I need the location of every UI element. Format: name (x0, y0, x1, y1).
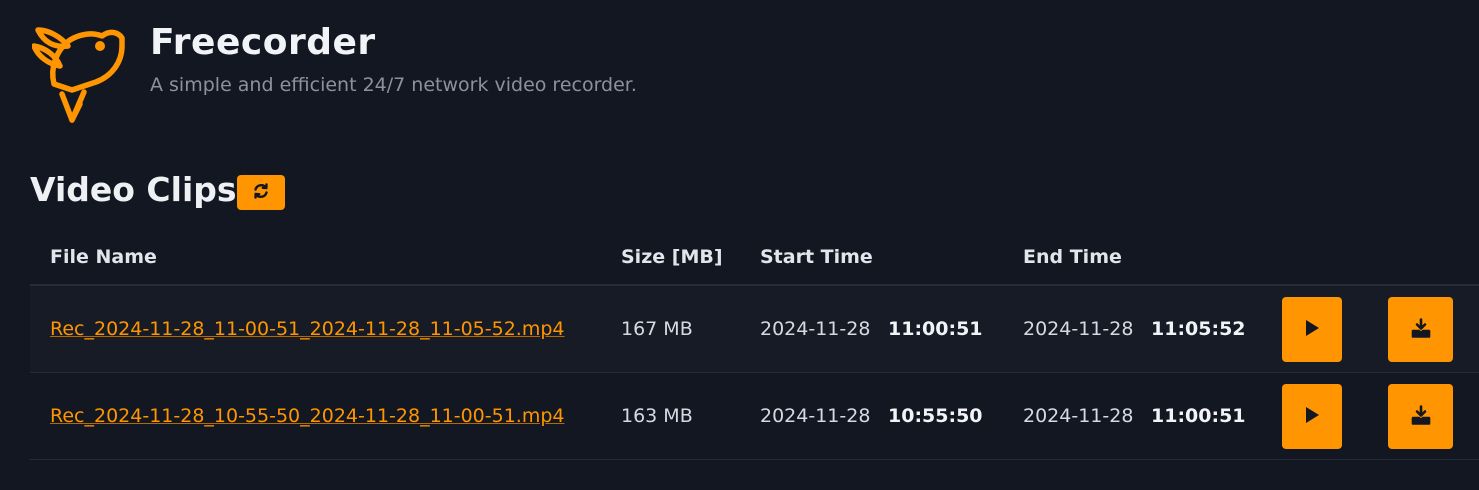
play-icon (1304, 319, 1320, 341)
file-size: 167 MB (621, 318, 693, 340)
table-row: Rec_2024-11-28_11-00-51_2024-11-28_11-05… (30, 286, 1479, 373)
start-time: 10:55:50 (888, 405, 983, 427)
table-header: File Name Size [MB] Start Time End Time (30, 232, 1479, 286)
play-button[interactable] (1282, 384, 1342, 449)
app-title: Freecorder (150, 22, 376, 63)
download-icon (1411, 317, 1431, 342)
end-date: 2024-11-28 (1023, 318, 1134, 340)
refresh-button[interactable] (237, 175, 285, 210)
file-link[interactable]: Rec_2024-11-28_11-00-51_2024-11-28_11-05… (50, 318, 565, 340)
download-icon (1411, 404, 1431, 429)
start-date: 2024-11-28 (760, 405, 871, 427)
header-file-name: File Name (50, 246, 157, 268)
file-size: 163 MB (621, 405, 693, 427)
play-button[interactable] (1282, 297, 1342, 362)
file-link[interactable]: Rec_2024-11-28_10-55-50_2024-11-28_11-00… (50, 405, 565, 427)
end-time: 11:05:52 (1151, 318, 1246, 340)
app-subtitle: A simple and efficient 24/7 network vide… (150, 74, 637, 96)
header-end-time: End Time (1023, 246, 1122, 268)
video-clips-table: File Name Size [MB] Start Time End Time … (30, 232, 1479, 460)
bird-logo-icon (31, 20, 128, 124)
download-button[interactable] (1388, 297, 1453, 362)
section-title: Video Clips (30, 170, 237, 209)
app-header: Freecorder A simple and efficient 24/7 n… (0, 0, 1479, 130)
table-row: Rec_2024-11-28_10-55-50_2024-11-28_11-00… (30, 373, 1479, 460)
play-icon (1304, 406, 1320, 428)
end-date: 2024-11-28 (1023, 405, 1134, 427)
start-date: 2024-11-28 (760, 318, 871, 340)
download-button[interactable] (1388, 384, 1453, 449)
refresh-icon (252, 182, 270, 204)
end-time: 11:00:51 (1151, 405, 1246, 427)
header-size: Size [MB] (621, 246, 723, 268)
start-time: 11:00:51 (888, 318, 983, 340)
header-start-time: Start Time (760, 246, 873, 268)
